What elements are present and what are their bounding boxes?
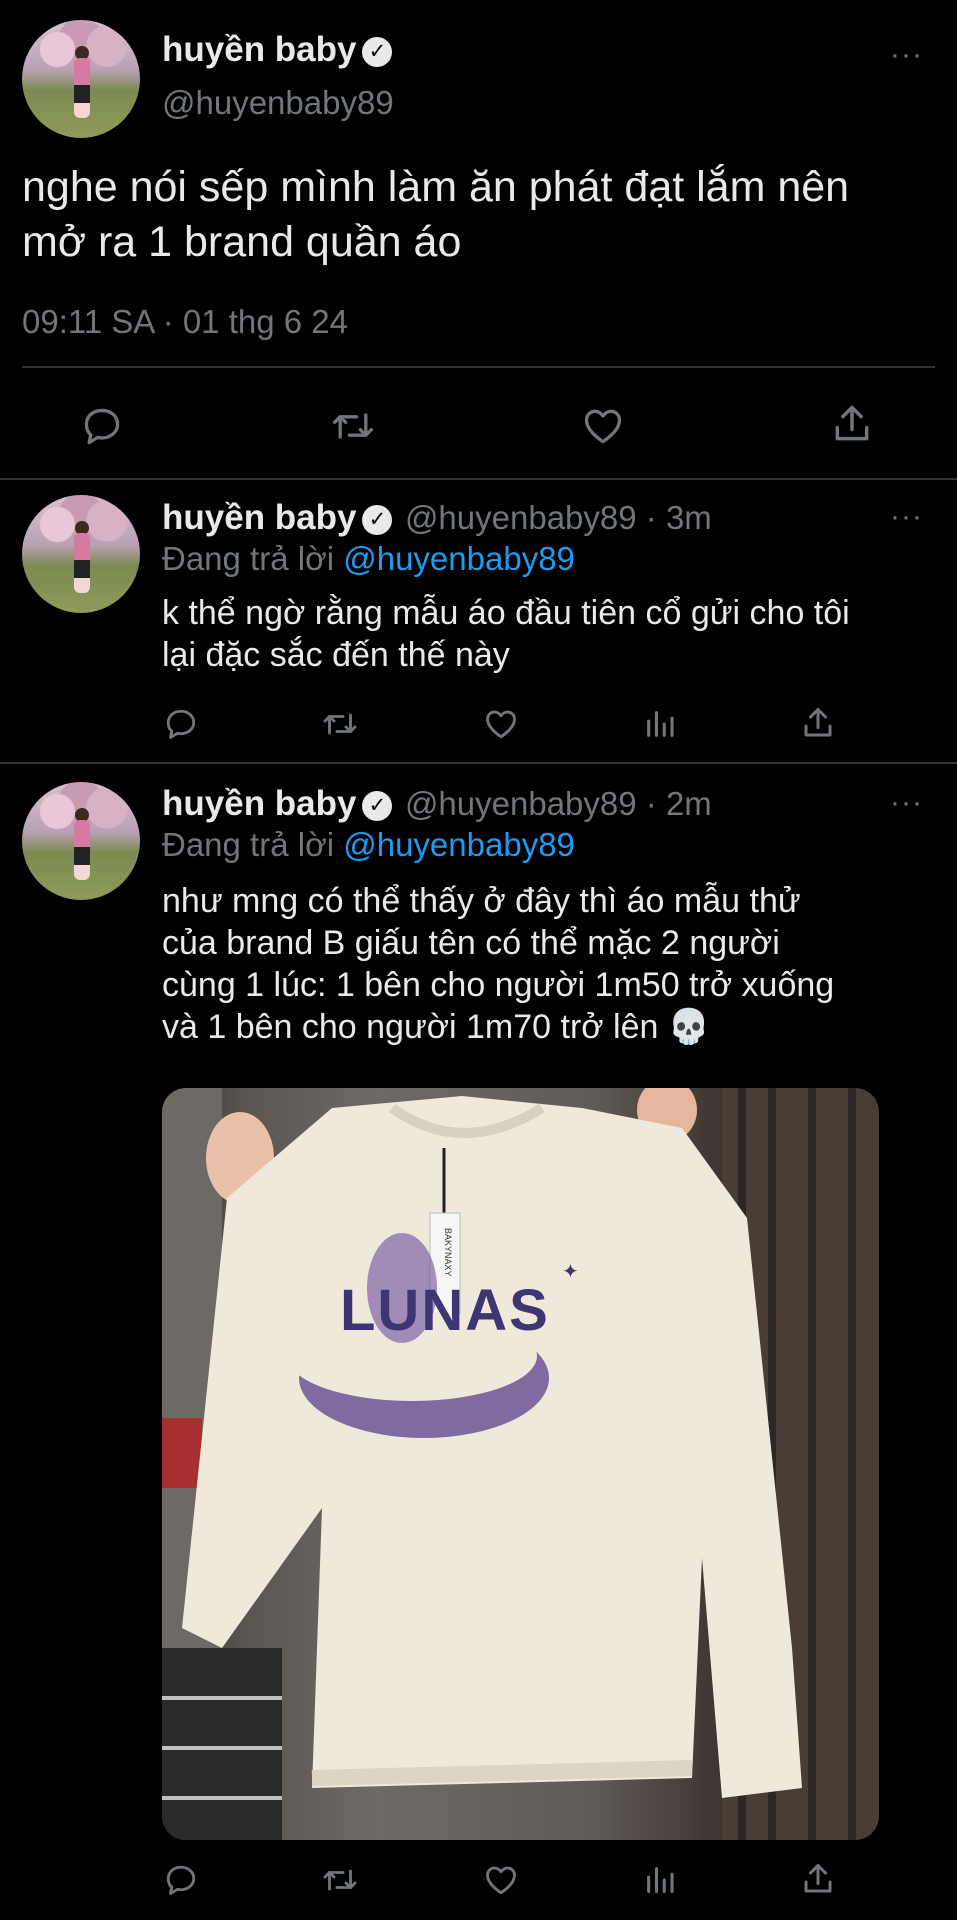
more-options-icon[interactable]: ··· (890, 38, 923, 72)
replying-to-handle[interactable]: @huyenbaby89 (343, 826, 575, 863)
avatar[interactable] (22, 495, 140, 613)
display-name-text[interactable]: huyền baby (162, 498, 356, 537)
tweet-text-line: lại đặc sắc đến thế này (162, 636, 510, 674)
verified-icon: ✓ (362, 37, 393, 67)
replying-to-handle[interactable]: @huyenbaby89 (343, 540, 575, 577)
tweet-text: nghe nói sếp mình làm ăn phát đạt lắm nê… (22, 160, 849, 270)
svg-text:✦: ✦ (562, 1261, 579, 1283)
more-options-icon[interactable]: ··· (890, 500, 923, 534)
timestamp[interactable]: 09:11 SA · 01 thg 6 24 (22, 303, 348, 341)
tweet-text-line: và 1 bên cho người 1m70 trở lên 💀 (162, 1008, 711, 1046)
tag-text: BAKYNAXY (443, 1228, 453, 1277)
retweet-icon[interactable] (320, 706, 360, 742)
tweet-media-image[interactable]: BAKYNAXY LUNAS ✦ (162, 1088, 879, 1840)
avatar[interactable] (22, 20, 140, 138)
display-name[interactable]: huyền baby ✓ (162, 30, 393, 70)
more-options-icon[interactable]: ··· (890, 786, 923, 820)
tweet-text: như mng có thể thấy ở đây thì áo mẫu thử… (162, 880, 834, 1048)
tweet-text-line: nghe nói sếp mình làm ăn phát đạt lắm nê… (22, 163, 850, 211)
handle-time[interactable]: @huyenbaby89 · 2m (405, 785, 712, 822)
views-icon[interactable] (643, 1862, 677, 1898)
tweet-text-line: k thể ngờ rằng mẫu áo đầu tiên cổ gửi ch… (162, 594, 850, 632)
views-icon[interactable] (643, 706, 677, 742)
tweet-text-line: cùng 1 lúc: 1 bên cho người 1m50 trở xuố… (162, 966, 835, 1004)
like-icon[interactable] (482, 706, 520, 742)
replying-to-label: Đang trả lời (162, 826, 335, 863)
retweet-icon[interactable] (329, 404, 377, 448)
avatar[interactable] (22, 782, 140, 900)
share-icon[interactable] (800, 1861, 836, 1897)
verified-icon: ✓ (362, 791, 393, 821)
replying-to: Đang trả lời @huyenbaby89 (162, 826, 575, 864)
like-icon[interactable] (580, 404, 626, 448)
replying-to-label: Đang trả lời (162, 540, 335, 577)
tweet-text-line: của brand B giấu tên có thể mặc 2 người (162, 924, 780, 962)
divider (0, 478, 957, 480)
like-icon[interactable] (482, 1862, 520, 1898)
tweet-text: k thể ngờ rằng mẫu áo đầu tiên cổ gửi ch… (162, 592, 850, 676)
retweet-icon[interactable] (320, 1862, 360, 1898)
reply-icon[interactable] (163, 706, 199, 742)
divider (22, 366, 935, 368)
divider (0, 762, 957, 764)
share-icon[interactable] (830, 402, 874, 446)
reply-icon[interactable] (80, 404, 124, 448)
tweet-text-line: như mng có thể thấy ở đây thì áo mẫu thử (162, 882, 801, 920)
share-icon[interactable] (800, 705, 836, 741)
replying-to: Đang trả lời @huyenbaby89 (162, 540, 575, 578)
reply-header: huyền baby ✓ @huyenbaby89 · 2m (162, 784, 712, 824)
handle[interactable]: @huyenbaby89 (162, 84, 394, 122)
sweatshirt-photo: BAKYNAXY LUNAS ✦ (162, 1088, 879, 1840)
verified-icon: ✓ (362, 505, 393, 535)
print-text: LUNAS (340, 1278, 550, 1343)
display-name-text: huyền baby (162, 30, 357, 69)
reply-icon[interactable] (163, 1862, 199, 1898)
reply-header: huyền baby ✓ @huyenbaby89 · 3m (162, 498, 712, 538)
handle-time[interactable]: @huyenbaby89 · 3m (405, 499, 712, 536)
display-name-text[interactable]: huyền baby (162, 784, 356, 823)
tweet-text-line: mở ra 1 brand quần áo (22, 218, 462, 266)
